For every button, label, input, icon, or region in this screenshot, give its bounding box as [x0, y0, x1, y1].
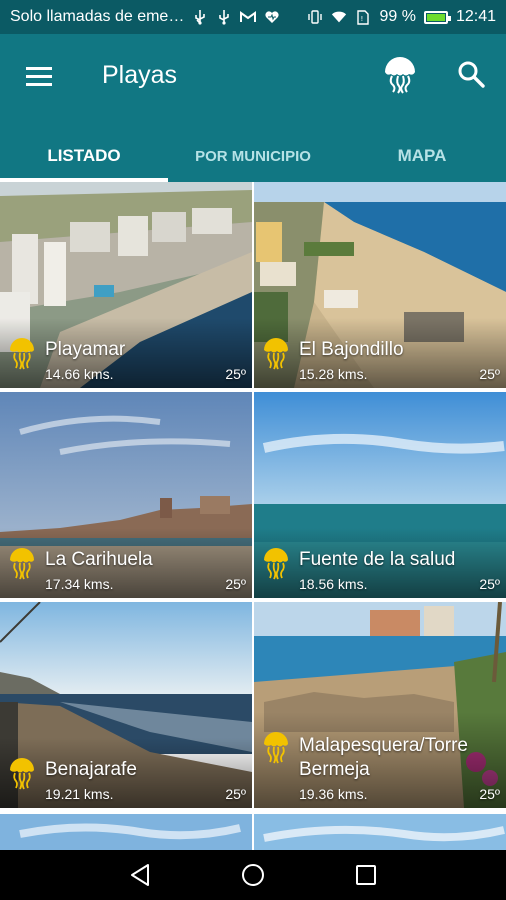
clock-time: 12:41 — [455, 8, 496, 25]
tab-label: LISTADO — [47, 146, 121, 165]
beach-photo — [0, 814, 252, 850]
beach-photo — [254, 814, 506, 850]
jellyfish-icon — [10, 758, 34, 790]
jellyfish-icon — [264, 732, 288, 764]
jellyfish-icon — [264, 338, 288, 370]
beach-temperature: 25º — [479, 786, 500, 802]
app-bar: Playas LISTADO POR MUNICIPIO MAPA — [0, 34, 506, 182]
jellyfish-icon — [264, 548, 288, 580]
battery-icon — [423, 10, 451, 24]
beach-name-line2: Bermeja — [299, 759, 370, 780]
home-icon[interactable] — [240, 862, 266, 888]
jellyfish-icon — [10, 548, 34, 580]
tab-mapa[interactable]: MAPA — [338, 130, 506, 182]
jellyfish-icon[interactable] — [382, 52, 418, 94]
beach-name: Malapesquera/Torre — [299, 735, 468, 756]
beach-distance: 19.21 kms. — [45, 786, 114, 802]
notification-text: Solo llamadas de eme… — [10, 8, 185, 25]
beach-card-malapesquera-torre-bermeja[interactable]: Malapesquera/Torre Bermeja 19.36 kms. 25… — [254, 602, 506, 808]
beach-distance: 14.66 kms. — [45, 366, 114, 382]
beach-temperature: 25º — [479, 366, 500, 382]
beach-distance: 17.34 kms. — [45, 576, 114, 592]
usb-icon — [216, 9, 232, 25]
beach-card-fuente-de-la-salud[interactable]: Fuente de la salud 18.56 kms. 25º — [254, 392, 506, 598]
search-icon[interactable] — [455, 58, 489, 92]
beach-temperature: 25º — [225, 576, 246, 592]
tab-por-municipio[interactable]: POR MUNICIPIO — [168, 130, 338, 182]
beach-grid: Playamar 14.66 kms. 25º El Bajondillo 15… — [0, 182, 506, 850]
tab-listado[interactable]: LISTADO — [0, 130, 168, 182]
beach-card-benajarafe[interactable]: Benajarafe 19.21 kms. 25º — [0, 602, 252, 808]
beach-temperature: 25º — [225, 366, 246, 382]
beach-distance: 18.56 kms. — [299, 576, 368, 592]
beach-distance: 19.36 kms. — [299, 786, 368, 802]
beach-card-partial[interactable] — [0, 814, 252, 850]
status-bar: Solo llamadas de eme… ! 99 % 12:41 — [0, 0, 506, 34]
jellyfish-icon — [10, 338, 34, 370]
beach-name: Benajarafe — [45, 759, 137, 780]
back-icon[interactable] — [128, 862, 154, 888]
beach-distance: 15.28 kms. — [299, 366, 368, 382]
tab-label: POR MUNICIPIO — [195, 147, 311, 165]
vibrate-icon — [307, 9, 323, 25]
beach-name: Playamar — [45, 339, 126, 360]
page-title: Playas — [102, 61, 178, 89]
tab-label: MAPA — [397, 146, 447, 165]
wifi-icon — [331, 9, 347, 25]
beach-card-la-carihuela[interactable]: La Carihuela 17.34 kms. 25º — [0, 392, 252, 598]
battery-percent: 99 % — [379, 8, 416, 25]
system-nav-bar — [0, 850, 506, 900]
beach-temperature: 25º — [225, 786, 246, 802]
gmail-icon — [240, 9, 257, 25]
beach-card-partial[interactable] — [254, 814, 506, 850]
sim-icon: ! — [355, 9, 371, 25]
svg-text:!: ! — [361, 15, 364, 23]
beach-card-playamar[interactable]: Playamar 14.66 kms. 25º — [0, 182, 252, 388]
beach-name: Fuente de la salud — [299, 549, 456, 570]
beach-temperature: 25º — [479, 576, 500, 592]
recents-icon[interactable] — [353, 862, 379, 888]
heart-icon — [264, 9, 280, 25]
beach-name: La Carihuela — [45, 549, 153, 570]
beach-card-el-bajondillo[interactable]: El Bajondillo 15.28 kms. 25º — [254, 182, 506, 388]
menu-button[interactable] — [22, 60, 56, 94]
beach-name: El Bajondillo — [299, 339, 404, 360]
usb-icon — [192, 9, 208, 25]
tab-bar: LISTADO POR MUNICIPIO MAPA — [0, 130, 506, 182]
